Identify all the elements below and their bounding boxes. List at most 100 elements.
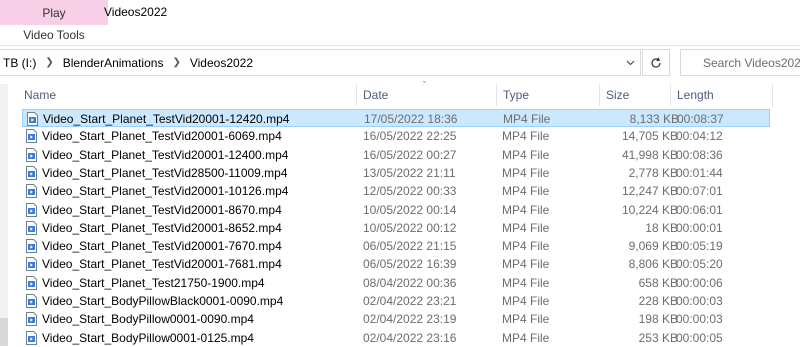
- file-size: 2,778 KB: [628, 165, 678, 180]
- file-row[interactable]: Video_Start_Planet_TestVid20001-7681.mp4…: [22, 255, 770, 273]
- column-header-name[interactable]: Name: [24, 84, 56, 106]
- file-length: 00:00:03: [676, 294, 723, 308]
- file-row[interactable]: Video_Start_Planet_TestVid20001-8670.mp4…: [22, 201, 770, 219]
- file-name: Video_Start_Planet_TestVid20001-10126.mp…: [42, 184, 289, 199]
- search-input[interactable]: Search Videos2022: [680, 49, 800, 76]
- file-type: MP4 File: [502, 275, 550, 290]
- file-name: Video_Start_Planet_TestVid28500-11009.mp…: [42, 165, 288, 180]
- column-divider[interactable]: [356, 84, 357, 106]
- file-type: MP4 File: [502, 239, 550, 254]
- file-type: MP4 File: [502, 294, 550, 308]
- file-date: 10/05/2022 00:14: [363, 202, 457, 217]
- file-type: MP4 File: [502, 257, 550, 272]
- file-size: 658 KB: [638, 275, 678, 290]
- file-length: 00:08:36: [676, 147, 723, 162]
- file-length: 00:00:01: [676, 220, 723, 235]
- file-row[interactable]: Video_Start_Planet_TestVid20001-10126.mp…: [22, 182, 770, 200]
- tab-play-label: Play: [42, 5, 66, 20]
- file-length: 00:05:20: [676, 257, 723, 272]
- column-header-size[interactable]: Size: [606, 84, 629, 106]
- file-size: 41,998 KB: [621, 147, 678, 162]
- file-date: 17/05/2022 18:36: [364, 112, 458, 126]
- file-size: 8,806 KB: [628, 257, 678, 272]
- ribbon-divider: [0, 45, 800, 46]
- file-date: 08/04/2022 00:36: [363, 275, 457, 290]
- file-date: 02/04/2022 23:21: [363, 294, 457, 308]
- file-size: 9,069 KB: [628, 239, 678, 254]
- file-name: Video_Start_Planet_TestVid20001-6069.mp4: [42, 129, 282, 144]
- file-size: 18 KB: [645, 220, 678, 235]
- column-divider[interactable]: [670, 84, 671, 106]
- chevron-right-icon[interactable]: ❯: [166, 57, 186, 68]
- column-divider[interactable]: [496, 84, 497, 106]
- file-date: 02/04/2022 23:16: [363, 330, 457, 345]
- file-date: 13/05/2022 21:11: [363, 165, 456, 180]
- refresh-icon: [651, 57, 661, 68]
- file-row[interactable]: Video_Start_Planet_TestVid20001-12420.mp…: [22, 109, 770, 127]
- file-length: 00:08:37: [677, 112, 724, 126]
- file-type: MP4 File: [502, 165, 550, 180]
- column-divider[interactable]: [772, 84, 773, 106]
- file-length: 00:06:01: [676, 202, 723, 217]
- file-date: 16/05/2022 00:27: [363, 147, 457, 162]
- file-name: Video_Start_Planet_TestVid20001-7681.mp4: [42, 257, 282, 272]
- breadcrumb-drive[interactable]: TB (I:): [0, 56, 39, 70]
- file-type: MP4 File: [502, 184, 550, 199]
- file-length: 00:04:12: [676, 129, 723, 144]
- video-file-icon: [26, 220, 37, 235]
- video-file-icon: [26, 330, 37, 345]
- video-file-icon: [26, 147, 37, 162]
- file-row[interactable]: Video_Start_Planet_TestVid20001-12400.mp…: [22, 146, 770, 164]
- file-name: Video_Start_Planet_TestVid20001-7670.mp4: [42, 239, 282, 254]
- file-row[interactable]: Video_Start_Planet_TestVid20001-8652.mp4…: [22, 219, 770, 237]
- address-history-button[interactable]: [618, 49, 642, 76]
- file-row[interactable]: Video_Start_BodyPillowBlack0001-0090.mp4…: [22, 292, 770, 310]
- video-file-icon: [27, 112, 38, 126]
- window-title: Videos2022: [104, 5, 168, 19]
- chevron-right-icon[interactable]: ❯: [39, 57, 59, 68]
- chevron-down-icon: [626, 60, 634, 65]
- file-row[interactable]: Video_Start_Planet_TestVid28500-11009.mp…: [22, 164, 770, 182]
- column-divider[interactable]: [599, 84, 600, 106]
- file-date: 16/05/2022 22:25: [363, 129, 457, 144]
- video-file-icon: [26, 129, 37, 144]
- file-type: MP4 File: [502, 147, 550, 162]
- video-file-icon: [26, 239, 37, 254]
- file-row[interactable]: Video_Start_Planet_Test21750-1900.mp4 08/…: [22, 274, 770, 292]
- navigation-pane-scrollbar[interactable]: [0, 318, 8, 346]
- breadcrumb-videos2022[interactable]: Videos2022: [187, 56, 256, 70]
- file-row[interactable]: Video_Start_Planet_TestVid20001-6069.mp4…: [22, 127, 770, 145]
- file-row[interactable]: Video_Start_Planet_TestVid20001-7670.mp4…: [22, 237, 770, 255]
- file-length: 00:05:19: [676, 239, 723, 254]
- file-name: Video_Start_Planet_Test21750-1900.mp4: [42, 275, 265, 290]
- file-name: Video_Start_Planet_TestVid20001-12400.mp…: [42, 147, 289, 162]
- column-header-type[interactable]: Type: [503, 84, 529, 106]
- refresh-button[interactable]: [642, 49, 670, 76]
- file-size: 253 KB: [638, 330, 678, 345]
- navigation-pane-edge[interactable]: [0, 84, 8, 346]
- address-bar[interactable]: TB (I:) ❯ BlenderAnimations ❯ Videos2022: [0, 49, 641, 76]
- column-header-length[interactable]: Length: [677, 84, 714, 106]
- file-size: 14,705 KB: [621, 129, 678, 144]
- file-date: 12/05/2022 00:33: [363, 184, 457, 199]
- file-row[interactable]: Video_Start_BodyPillow0001-0090.mp4 02/04…: [22, 310, 770, 328]
- file-name: Video_Start_Planet_TestVid20001-8652.mp4: [42, 220, 282, 235]
- tab-play[interactable]: Play: [0, 0, 108, 25]
- file-size: 12,247 KB: [621, 184, 678, 199]
- file-date: 02/04/2022 23:19: [363, 312, 457, 327]
- file-type: MP4 File: [503, 112, 551, 126]
- file-row[interactable]: Video_Start_BodyPillow0001-0125.mp4 02/04…: [22, 329, 770, 347]
- sort-indicator-icon: ˇ: [423, 80, 426, 90]
- file-date: 10/05/2022 00:12: [363, 220, 457, 235]
- file-type: MP4 File: [502, 202, 550, 217]
- file-size: 8,133 KB: [629, 112, 679, 126]
- video-file-icon: [26, 184, 37, 199]
- file-size: 198 KB: [638, 312, 678, 327]
- file-name: Video_Start_BodyPillow0001-0090.mp4: [42, 312, 254, 327]
- breadcrumb-blenderanimations[interactable]: BlenderAnimations: [60, 56, 167, 70]
- file-length: 00:01:44: [676, 165, 723, 180]
- column-header-date[interactable]: Date: [363, 84, 388, 106]
- video-file-icon: [26, 165, 37, 180]
- file-type: MP4 File: [502, 129, 550, 144]
- file-size: 228 KB: [638, 294, 678, 308]
